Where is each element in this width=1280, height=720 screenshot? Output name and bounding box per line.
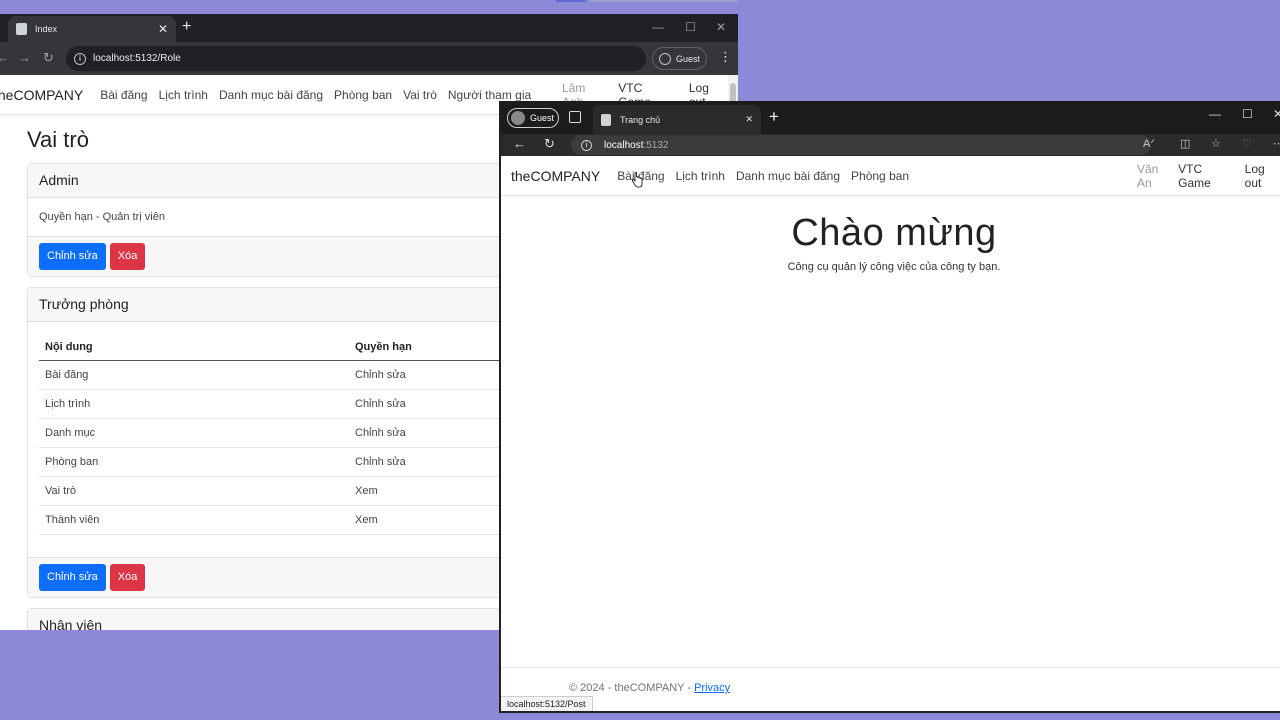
tab-title: Trang chủ [620, 114, 661, 125]
maximize-button[interactable]: ☐ [685, 20, 696, 34]
column-header: Nội dung [39, 334, 349, 361]
more-icon[interactable]: ⋯ [1273, 137, 1280, 150]
profile-label: Guest [676, 53, 701, 64]
delete-button[interactable]: Xóa [109, 564, 146, 591]
tab-index[interactable]: Index ✕ [8, 16, 176, 42]
forward-icon[interactable]: → [18, 50, 31, 65]
privacy-link[interactable]: Privacy [694, 682, 730, 694]
table-cell: Lịch trình [39, 389, 349, 419]
background-strip [556, 0, 586, 2]
tab-home[interactable]: Trang chủ ✕ [593, 105, 761, 134]
new-tab-button[interactable]: + [182, 18, 191, 36]
info-icon[interactable]: i [74, 52, 86, 65]
footer-text: © 2024 - theCOMPANY - [569, 682, 695, 694]
nav-link-schedule[interactable]: Lịch trình [159, 88, 208, 102]
minimize-button[interactable]: — [652, 20, 664, 34]
table-cell: Danh mục [39, 418, 349, 448]
user-name: Văn An [1137, 162, 1159, 190]
logout-link[interactable]: Log out [1245, 162, 1280, 190]
back-icon[interactable]: ← [513, 136, 526, 151]
background-strip [590, 0, 738, 2]
site-navbar: theCOMPANY Bài đăng Lịch trình Danh mục … [501, 156, 1280, 196]
minimize-button[interactable]: — [1209, 107, 1221, 121]
read-aloud-icon[interactable]: Aᐟ [1143, 137, 1155, 150]
table-cell: Phòng ban [39, 447, 349, 477]
brand-link[interactable]: theCOMPANY [511, 168, 600, 184]
title-bar: Index ✕ + — ☐ ✕ [0, 14, 738, 42]
address-bar: ← → ↻ i localhost:5132/Role Guest ⋮ [0, 42, 738, 75]
hero-section: Chào mừng Công cụ quản lý công việc của … [501, 212, 1280, 273]
nav-link-schedule[interactable]: Lịch trình [676, 169, 725, 183]
url-text: localhost:5132/Role [93, 53, 181, 64]
nav-link-roles[interactable]: Vai trò [403, 88, 437, 102]
page-icon [16, 23, 27, 35]
page-icon [601, 113, 611, 126]
nav-link-departments[interactable]: Phòng ban [851, 169, 909, 183]
url-port: :5132 [643, 139, 669, 151]
profile-label: Guest [530, 113, 555, 123]
edit-button[interactable]: Chỉnh sửa [39, 564, 106, 591]
split-screen-icon[interactable]: ◫ [1180, 137, 1190, 150]
nav-link-participants[interactable]: Người tham gia [448, 88, 531, 102]
back-icon[interactable]: ← [0, 50, 9, 65]
brand-link[interactable]: theCOMPANY [0, 87, 83, 103]
reload-icon[interactable]: ↻ [43, 50, 54, 66]
address-bar: ← ↻ i localhost:5132 Aᐟ ◫ ☆ ♡ ⋯ [501, 134, 1280, 156]
hero-subtitle: Công cụ quản lý công việc của công ty bạ… [787, 261, 1001, 273]
avatar-icon [659, 52, 671, 65]
profile-button[interactable]: Guest [507, 108, 559, 128]
menu-icon[interactable]: ⋮ [719, 49, 732, 65]
close-window-button[interactable]: ✕ [1273, 107, 1280, 121]
extensions-icon[interactable]: ♡ [1242, 137, 1252, 150]
new-tab-button[interactable]: + [769, 107, 779, 127]
url-host: localhost [604, 139, 644, 151]
tab-actions-icon[interactable] [569, 111, 581, 123]
nav-link-departments[interactable]: Phòng ban [334, 88, 392, 102]
nav-link-posts[interactable]: Bài đăng [100, 88, 147, 102]
info-icon[interactable]: i [581, 139, 592, 151]
nav-link-categories[interactable]: Danh mục bài đăng [736, 169, 840, 183]
table-cell: Bài đăng [39, 360, 349, 390]
avatar-icon [511, 111, 525, 125]
reload-icon[interactable]: ↻ [544, 136, 555, 152]
org-link[interactable]: VTC Game [1178, 162, 1233, 190]
status-bar-url: localhost:5132/Post [501, 696, 593, 711]
url-field[interactable]: i localhost:5132 [571, 135, 1151, 155]
edit-button[interactable]: Chỉnh sửa [39, 243, 106, 270]
delete-button[interactable]: Xóa [109, 243, 146, 270]
maximize-button[interactable]: ☐ [1242, 107, 1253, 121]
title-bar: Guest Trang chủ ✕ + — ☐ ✕ [501, 101, 1280, 134]
browser-window-home: Guest Trang chủ ✕ + — ☐ ✕ ← ↻ i localhos… [499, 101, 1280, 713]
table-cell: Thành viên [39, 505, 349, 535]
url-field[interactable]: i localhost:5132/Role [66, 46, 646, 71]
hero-title: Chào mừng [791, 212, 997, 254]
site-footer: © 2024 - theCOMPANY - Privacy [501, 667, 1280, 694]
close-tab-icon[interactable]: ✕ [745, 114, 753, 125]
close-tab-icon[interactable]: ✕ [158, 22, 168, 36]
table-cell: Vai trò [39, 476, 349, 506]
profile-button[interactable]: Guest [652, 47, 707, 70]
close-window-button[interactable]: ✕ [716, 20, 726, 34]
hand-cursor-icon [631, 172, 643, 188]
favorites-icon[interactable]: ☆ [1211, 137, 1221, 150]
tab-title: Index [35, 24, 58, 34]
nav-link-categories[interactable]: Danh mục bài đăng [219, 88, 323, 102]
